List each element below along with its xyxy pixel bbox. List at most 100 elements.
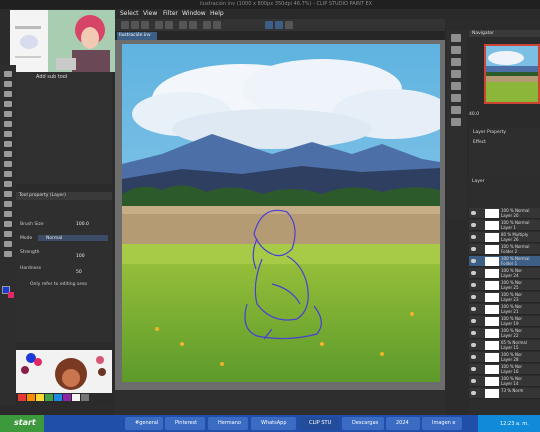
brush-size-value[interactable]: 100.0 bbox=[76, 222, 89, 227]
eye-icon[interactable] bbox=[471, 283, 476, 287]
brush-tool-icon[interactable] bbox=[4, 131, 12, 137]
eye-icon[interactable] bbox=[471, 379, 476, 383]
swatch[interactable] bbox=[63, 394, 71, 401]
swatch[interactable] bbox=[18, 394, 26, 401]
layer-row[interactable]: 80 % Multiply Layer 26 bbox=[469, 232, 540, 243]
eye-icon[interactable] bbox=[471, 367, 476, 371]
layer-row[interactable]: 100 % Nor Layer 14 bbox=[469, 376, 540, 387]
canvas-tab[interactable]: Ilustración inv bbox=[117, 32, 157, 40]
swatch[interactable] bbox=[36, 394, 44, 401]
snap-grid-icon[interactable] bbox=[285, 21, 293, 29]
taskbar-pinterest[interactable]: Pinterest bbox=[165, 417, 205, 430]
layer-row[interactable]: 100 % Nor Layer 22 bbox=[469, 328, 540, 339]
clear-icon[interactable] bbox=[179, 21, 187, 29]
fit-icon[interactable] bbox=[451, 58, 461, 66]
layer-row[interactable]: 100 % Nor Layer 24 bbox=[469, 268, 540, 279]
layer-row[interactable]: 100 % Normal Folder 1 bbox=[469, 256, 540, 267]
rotate-icon[interactable] bbox=[451, 70, 461, 78]
eraser-tool-icon[interactable] bbox=[4, 161, 12, 167]
ruler-tool-icon[interactable] bbox=[4, 221, 12, 227]
strength-value[interactable]: 100 bbox=[76, 254, 85, 259]
redo-icon[interactable] bbox=[165, 21, 173, 29]
add-subtool-button[interactable]: Add sub tool bbox=[36, 74, 67, 80]
figure-tool-icon[interactable] bbox=[4, 201, 12, 207]
layer-row[interactable]: 100 % Nor Layer 19 bbox=[469, 316, 540, 327]
save-icon[interactable] bbox=[141, 21, 149, 29]
taskbar-imagen[interactable]: Imagen e bbox=[422, 417, 462, 430]
swatch[interactable] bbox=[27, 394, 35, 401]
menu-window[interactable]: Window bbox=[182, 10, 206, 17]
eye-icon[interactable] bbox=[471, 235, 476, 239]
layer-row[interactable]: 100 % Nor Layer 28 bbox=[469, 352, 540, 363]
taskbar-descargas[interactable]: Descargas bbox=[342, 417, 384, 430]
text-tool-icon[interactable] bbox=[4, 231, 12, 237]
eye-icon[interactable] bbox=[471, 391, 476, 395]
eye-icon[interactable] bbox=[471, 343, 476, 347]
airbrush-tool-icon[interactable] bbox=[4, 141, 12, 147]
zoom-out-icon[interactable] bbox=[451, 46, 461, 54]
navigator-zoom[interactable]: 40.0 bbox=[469, 112, 479, 117]
frame-tool-icon[interactable] bbox=[4, 211, 12, 217]
layer-row[interactable]: 100 % Normal Layer 1 bbox=[469, 220, 540, 231]
layer-row[interactable]: 100 % Nor Layer 23 bbox=[469, 292, 540, 303]
undo-icon[interactable] bbox=[155, 21, 163, 29]
taskbar-2024[interactable]: 2024 bbox=[386, 417, 420, 430]
taskbar-hermano[interactable]: Hermano bbox=[208, 417, 248, 430]
new-file-icon[interactable] bbox=[121, 21, 129, 29]
move-tool-icon[interactable] bbox=[4, 71, 12, 77]
taskbar-whatsapp[interactable]: WhatsApp bbox=[251, 417, 296, 430]
eye-icon[interactable] bbox=[471, 319, 476, 323]
eye-icon[interactable] bbox=[471, 307, 476, 311]
swatch[interactable] bbox=[45, 394, 53, 401]
taskbar-clip-studio[interactable]: CLIP STU bbox=[299, 417, 339, 430]
layer-row[interactable]: 100 % Normal Layer 20 bbox=[469, 208, 540, 219]
balloon-tool-icon[interactable] bbox=[4, 241, 12, 247]
menu-select[interactable]: Select bbox=[120, 10, 139, 17]
pen-tool-icon[interactable] bbox=[4, 111, 12, 117]
layer-row[interactable]: 100 % Nor Layer 25 bbox=[469, 280, 540, 291]
layer-folder-icon[interactable] bbox=[451, 106, 461, 114]
blend-tool-icon[interactable] bbox=[4, 171, 12, 177]
deselect-icon[interactable] bbox=[203, 21, 211, 29]
snap-ruler-icon[interactable] bbox=[265, 21, 273, 29]
selection-tool-icon[interactable] bbox=[4, 91, 12, 97]
taskbar-discord[interactable]: #general bbox=[125, 417, 163, 430]
artwork-canvas[interactable] bbox=[122, 44, 440, 382]
layer-row[interactable]: 100 % Normal Folder 2 bbox=[469, 244, 540, 255]
eye-icon[interactable] bbox=[471, 247, 476, 251]
eyedropper-tool-icon[interactable] bbox=[4, 101, 12, 107]
eye-icon[interactable] bbox=[471, 211, 476, 215]
menu-filter[interactable]: Filter bbox=[163, 10, 178, 17]
layer-row[interactable]: 65 % Normal Layer 15 bbox=[469, 340, 540, 351]
layer-row[interactable]: 100 % Nor Layer 16 bbox=[469, 364, 540, 375]
eye-icon[interactable] bbox=[471, 355, 476, 359]
eye-icon[interactable] bbox=[471, 295, 476, 299]
correct-line-tool-icon[interactable] bbox=[4, 251, 12, 257]
eye-icon[interactable] bbox=[471, 331, 476, 335]
eye-icon[interactable] bbox=[471, 271, 476, 275]
menu-view[interactable]: View bbox=[143, 10, 157, 17]
swatch[interactable] bbox=[54, 394, 62, 401]
eye-icon[interactable] bbox=[471, 223, 476, 227]
pencil-tool-icon[interactable] bbox=[4, 121, 12, 127]
open-file-icon[interactable] bbox=[131, 21, 139, 29]
navigator-preview[interactable] bbox=[484, 44, 540, 104]
sub-color-swatch[interactable] bbox=[8, 292, 14, 298]
transform-icon[interactable] bbox=[189, 21, 197, 29]
layer-row[interactable]: 73 % Norm bbox=[469, 388, 540, 399]
eye-icon[interactable] bbox=[471, 259, 476, 263]
layer-row[interactable]: 100 % Nor Layer 21 bbox=[469, 304, 540, 315]
invert-selection-icon[interactable] bbox=[213, 21, 221, 29]
operation-tool-icon[interactable] bbox=[4, 81, 12, 87]
start-button[interactable]: start bbox=[0, 415, 44, 432]
only-editing-area-checkbox[interactable]: Only refer to editing area bbox=[30, 282, 87, 287]
flip-icon[interactable] bbox=[451, 82, 461, 90]
zoom-in-icon[interactable] bbox=[451, 34, 461, 42]
decoration-tool-icon[interactable] bbox=[4, 151, 12, 157]
hardness-value[interactable]: 50 bbox=[76, 270, 82, 275]
swatch[interactable] bbox=[72, 394, 80, 401]
snap-special-ruler-icon[interactable] bbox=[275, 21, 283, 29]
layer-new-icon[interactable] bbox=[451, 94, 461, 102]
swatch[interactable] bbox=[81, 394, 89, 401]
layer-delete-icon[interactable] bbox=[451, 118, 461, 126]
